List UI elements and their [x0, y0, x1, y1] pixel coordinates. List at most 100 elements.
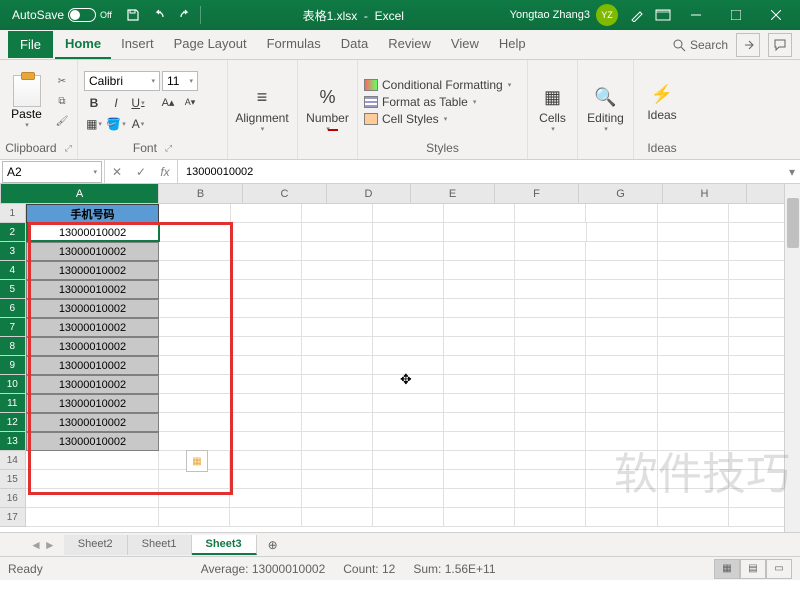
cell[interactable]	[159, 337, 230, 356]
tab-help[interactable]: Help	[489, 30, 536, 59]
cell[interactable]	[302, 223, 373, 242]
cell[interactable]	[231, 375, 302, 394]
cell[interactable]	[302, 204, 373, 223]
spreadsheet-grid[interactable]: ABCDEFGHIJ 1手机号码213000010002313000010002…	[0, 184, 800, 532]
expand-formula-icon[interactable]: ▾	[784, 165, 800, 179]
cell[interactable]	[658, 356, 729, 375]
cell[interactable]	[515, 337, 586, 356]
cell[interactable]	[515, 375, 586, 394]
maximize-button[interactable]	[716, 0, 756, 30]
formula-input[interactable]: 13000010002	[178, 166, 784, 178]
cell[interactable]	[159, 318, 230, 337]
cell[interactable]	[515, 432, 586, 451]
cell[interactable]	[444, 432, 515, 451]
cell[interactable]	[515, 280, 586, 299]
cell[interactable]	[230, 470, 301, 489]
cell[interactable]	[658, 223, 729, 242]
row-header[interactable]: 13	[0, 432, 26, 451]
cell[interactable]	[302, 356, 373, 375]
column-header[interactable]: B	[159, 184, 243, 203]
sheet-tab[interactable]: Sheet2	[64, 535, 128, 555]
cell[interactable]	[26, 451, 160, 470]
drawing-icon[interactable]	[624, 2, 650, 28]
cell[interactable]	[515, 223, 586, 242]
cell[interactable]	[515, 242, 586, 261]
cell[interactable]	[586, 356, 657, 375]
cell[interactable]	[444, 261, 515, 280]
cell[interactable]	[373, 432, 444, 451]
cell[interactable]: 13000010002	[26, 432, 160, 451]
fill-color-button[interactable]: 🪣▾	[106, 115, 126, 133]
ideas-button[interactable]: ⚡Ideas	[640, 82, 684, 122]
cell[interactable]	[444, 280, 515, 299]
tab-review[interactable]: Review	[378, 30, 441, 59]
cell[interactable]	[302, 375, 373, 394]
cell[interactable]	[159, 470, 230, 489]
cell[interactable]	[444, 413, 515, 432]
cell[interactable]: 13000010002	[26, 318, 160, 337]
cell[interactable]	[444, 299, 515, 318]
normal-view-icon[interactable]: ▦	[714, 559, 740, 579]
cell[interactable]: 13000010002	[26, 337, 160, 356]
cell[interactable]	[515, 261, 586, 280]
cell[interactable]	[658, 394, 729, 413]
cell[interactable]	[587, 223, 658, 242]
cell[interactable]	[658, 280, 729, 299]
cell[interactable]	[586, 508, 657, 527]
cell[interactable]	[302, 470, 373, 489]
border-button[interactable]: ▦▾	[84, 115, 104, 133]
cell[interactable]: 13000010002	[26, 223, 160, 242]
cell[interactable]	[658, 508, 729, 527]
cell[interactable]: 13000010002	[26, 413, 160, 432]
tab-home[interactable]: Home	[55, 30, 111, 59]
cell[interactable]	[231, 356, 302, 375]
sheet-tab[interactable]: Sheet1	[128, 535, 192, 555]
cell[interactable]	[444, 337, 515, 356]
autosave-toggle[interactable]: AutoSave Off	[4, 8, 120, 22]
conditional-formatting-button[interactable]: Conditional Formatting▾	[364, 78, 511, 92]
cell[interactable]: 13000010002	[26, 280, 160, 299]
cell[interactable]	[159, 204, 230, 223]
cell[interactable]	[515, 508, 586, 527]
cell[interactable]	[302, 451, 373, 470]
cell[interactable]	[515, 394, 586, 413]
cell[interactable]	[586, 394, 657, 413]
cell[interactable]	[26, 470, 160, 489]
italic-button[interactable]: I	[106, 94, 126, 112]
alignment-button[interactable]: ≡Alignment▾	[234, 85, 290, 133]
cell[interactable]	[231, 261, 302, 280]
copy-icon[interactable]: ⧉	[53, 94, 71, 110]
page-break-view-icon[interactable]: ▭	[766, 559, 792, 579]
cell[interactable]	[444, 318, 515, 337]
cell[interactable]	[658, 432, 729, 451]
cell[interactable]	[658, 261, 729, 280]
cell[interactable]	[159, 394, 230, 413]
redo-icon[interactable]	[172, 2, 198, 28]
increase-font-icon[interactable]: A▴	[158, 94, 178, 112]
cell[interactable]	[160, 223, 231, 242]
tab-data[interactable]: Data	[331, 30, 378, 59]
cell[interactable]	[230, 508, 301, 527]
cells-button[interactable]: ▦Cells▾	[534, 85, 571, 133]
font-color-button[interactable]: A▾	[128, 115, 148, 133]
cell[interactable]	[515, 413, 586, 432]
cell[interactable]	[586, 261, 657, 280]
vertical-scrollbar[interactable]	[784, 184, 800, 532]
cell[interactable]	[373, 204, 444, 223]
share-button[interactable]	[736, 33, 760, 57]
prev-sheet-icon[interactable]: ◄	[30, 538, 42, 552]
cell[interactable]	[373, 318, 444, 337]
cell[interactable]	[373, 223, 444, 242]
fx-icon[interactable]: fx	[153, 161, 177, 183]
cell[interactable]	[373, 280, 444, 299]
cell[interactable]	[586, 432, 657, 451]
cell[interactable]	[515, 299, 586, 318]
decrease-font-icon[interactable]: A▾	[180, 94, 200, 112]
column-header[interactable]: A	[1, 184, 159, 203]
cell[interactable]	[159, 413, 230, 432]
row-header[interactable]: 11	[0, 394, 26, 413]
cell[interactable]	[231, 299, 302, 318]
cell[interactable]	[159, 432, 230, 451]
column-header[interactable]: F	[495, 184, 579, 203]
cell[interactable]	[586, 299, 657, 318]
